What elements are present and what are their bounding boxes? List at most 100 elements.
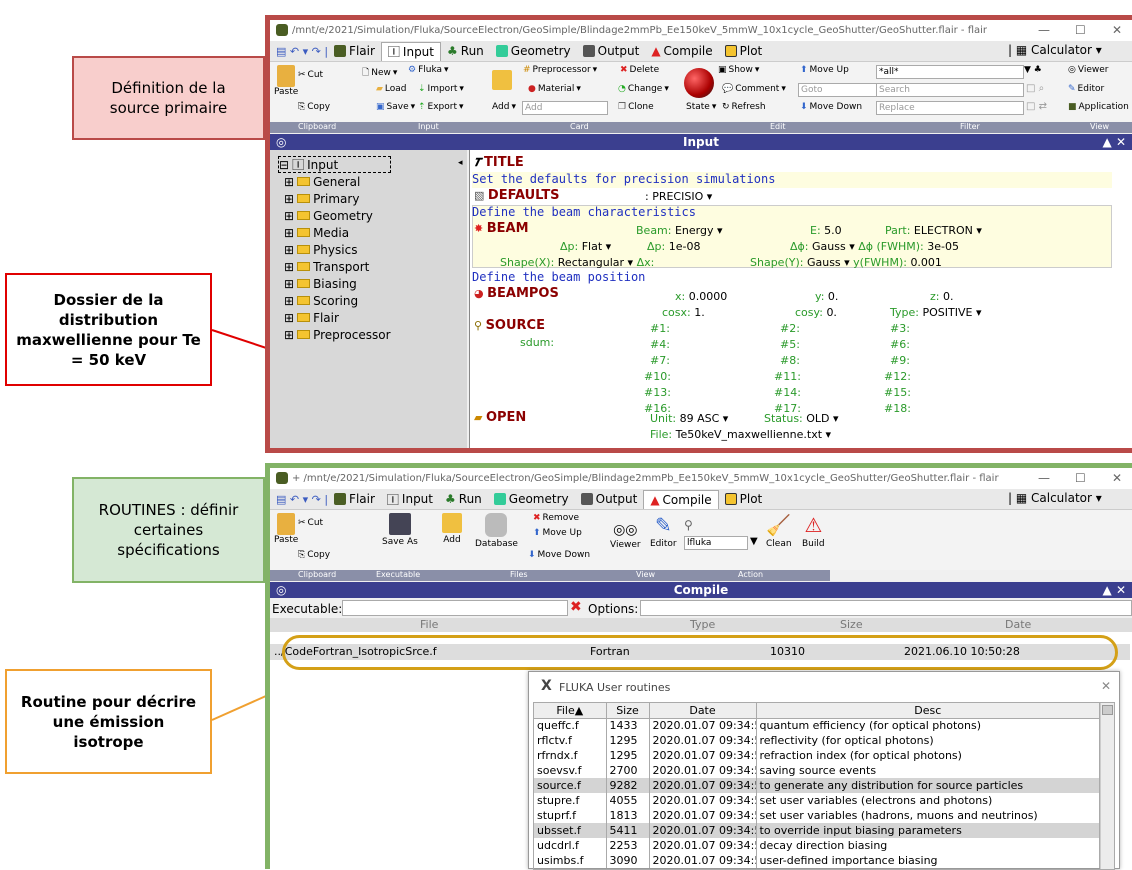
source-field[interactable]: #18: <box>884 402 911 415</box>
tab-plot[interactable]: Plot <box>719 490 769 509</box>
card-source[interactable]: ⚲ SOURCE <box>474 318 545 333</box>
collapse-arrow-icon[interactable]: ◂ <box>458 158 463 168</box>
calculator-button[interactable]: | ▦ Calculator ▾ <box>1008 43 1102 57</box>
panel-controls[interactable]: ▲ ✕ <box>1103 134 1126 150</box>
move-down-button[interactable]: ⬇ Move Down <box>800 102 862 112</box>
viewer-button[interactable]: ◎ Viewer <box>1068 65 1108 75</box>
defaults-value[interactable]: : PRECISIO ▾ <box>645 190 712 203</box>
tab-compile[interactable]: ▲ Compile <box>645 42 718 61</box>
tab-flair[interactable]: Flair <box>328 490 381 509</box>
add-card-icon[interactable] <box>492 70 512 90</box>
state-button[interactable]: State ▾ <box>686 102 716 112</box>
move-up-button[interactable]: ⬆ Move Up <box>533 528 582 538</box>
editor-button[interactable]: ✎ Editor <box>650 513 677 549</box>
panel-menu-icon[interactable]: ◎ <box>276 582 286 598</box>
tab-input[interactable]: 🄸 Input <box>380 41 441 61</box>
routine-row[interactable]: soevsv.f 2700 2020.01.07 09:34:5 saving sou… <box>534 763 1100 778</box>
close-button[interactable]: ✕ <box>1112 23 1122 37</box>
tab-output[interactable]: Output <box>577 42 646 61</box>
source-field[interactable]: #10: <box>644 370 671 383</box>
tab-compile[interactable]: ▲ Compile <box>643 489 719 509</box>
dphi-select[interactable]: Gauss ▾ <box>812 240 855 253</box>
title-text[interactable]: Set the defaults for precision simulatio… <box>472 172 775 186</box>
card-open[interactable]: ▰ OPEN <box>474 410 526 425</box>
import-button[interactable]: ⇣ Import ▾ <box>418 84 464 94</box>
routines-scrollbar[interactable] <box>1100 703 1114 869</box>
minimize-button[interactable]: — <box>1038 471 1050 485</box>
col-size[interactable]: Size <box>606 703 650 719</box>
maximize-button[interactable]: ☐ <box>1075 23 1086 37</box>
filter-select[interactable]: *all* <box>876 65 1024 79</box>
copy-button[interactable]: ⎘ Copy <box>298 550 330 560</box>
routine-row[interactable]: rflctv.f 1295 2020.01.07 09:34:5 reflectivi… <box>534 733 1100 748</box>
replace-icon[interactable]: □ ⇄ <box>1026 101 1047 112</box>
shape-x-select[interactable]: Rectangular ▾ <box>558 256 633 269</box>
beampos-comment[interactable]: Define the beam position <box>472 270 645 284</box>
tree-item-primary[interactable]: ⊞ Primary <box>278 190 391 207</box>
card-beam[interactable]: ✸ BEAM <box>474 221 529 236</box>
source-field[interactable]: #7: <box>650 354 670 367</box>
executable-dropdown-icon[interactable]: ▼ <box>750 536 758 547</box>
scroll-up-arrow[interactable] <box>1102 705 1113 715</box>
column-size[interactable]: Size <box>840 618 863 631</box>
routine-row[interactable]: stupre.f 4055 2020.01.07 09:34:5 set user v… <box>534 793 1100 808</box>
clone-button[interactable]: ❐ Clone <box>618 102 654 112</box>
source-field[interactable]: #15: <box>884 386 911 399</box>
column-date[interactable]: Date <box>1005 618 1031 631</box>
save-as-button[interactable]: Save As <box>382 513 418 547</box>
viewer-button[interactable]: ◎◎ Viewer <box>610 522 641 550</box>
source-field[interactable]: #11: <box>774 370 801 383</box>
x-value[interactable]: 0.0000 <box>689 290 728 303</box>
source-field[interactable]: #14: <box>774 386 801 399</box>
panel-controls[interactable]: ▲ ✕ <box>1103 582 1126 598</box>
panel-menu-icon[interactable]: ◎ <box>276 134 286 150</box>
dp-value[interactable]: 1e-08 <box>669 240 701 253</box>
load-button[interactable]: ▰ Load <box>376 84 407 94</box>
tree-item-biasing[interactable]: ⊞ Biasing <box>278 275 391 292</box>
minimize-button[interactable]: — <box>1038 23 1050 37</box>
paste-button[interactable]: Paste <box>274 513 298 545</box>
group-executable[interactable]: Executable <box>376 570 420 579</box>
tab-geometry[interactable]: Geometry <box>490 42 577 61</box>
add-button[interactable]: Add <box>442 513 462 545</box>
change-button[interactable]: ◔ Change ▾ <box>618 84 669 94</box>
remove-button[interactable]: ✖ Remove <box>533 513 579 523</box>
group-filter[interactable]: Filter <box>960 122 980 131</box>
tree-item-flair[interactable]: ⊞ Flair <box>278 309 391 326</box>
options-input[interactable] <box>640 600 1132 616</box>
tab-flair[interactable]: Flair <box>328 42 381 61</box>
application-button[interactable]: ■ Application <box>1068 102 1129 112</box>
search-input[interactable]: Search <box>876 83 1024 97</box>
save-button[interactable]: ▣ Save ▾ <box>376 102 415 112</box>
source-field[interactable]: #6: <box>890 338 910 351</box>
calculator-button[interactable]: | ▦ Calculator ▾ <box>1008 491 1102 505</box>
fluka-button[interactable]: ⚙ Fluka ▾ <box>408 65 449 75</box>
tree-item-general[interactable]: ⊞ General <box>278 173 391 190</box>
beam-comment[interactable]: Define the beam characteristics <box>472 205 696 219</box>
routine-row[interactable]: stuprf.f 1813 2020.01.07 09:34:5 set user v… <box>534 808 1100 823</box>
dialog-close-button[interactable]: ✕ <box>1101 679 1111 693</box>
comment-button[interactable]: 💬 Comment ▾ <box>722 84 786 94</box>
beam-type-select[interactable]: Energy ▾ <box>675 224 723 237</box>
dphi-fwhm-value[interactable]: 3e-05 <box>927 240 959 253</box>
routine-row[interactable]: queffc.f 1433 2020.01.07 09:34:5 quantum ef… <box>534 718 1100 733</box>
source-field[interactable]: #3: <box>890 322 910 335</box>
tab-run[interactable]: ♣ Run <box>439 490 488 509</box>
col-file[interactable]: File▲ <box>534 703 607 719</box>
tree-item-scoring[interactable]: ⊞ Scoring <box>278 292 391 309</box>
routine-row[interactable]: udcdrl.f 2253 2020.01.07 09:34:5 decay dire… <box>534 838 1100 853</box>
paste-button[interactable]: Paste <box>274 65 298 97</box>
move-up-button[interactable]: ⬆ Move Up <box>800 65 849 75</box>
energy-value[interactable]: 5.0 <box>824 224 842 237</box>
cosy-value[interactable]: 0. <box>826 306 837 319</box>
cut-button[interactable]: ✂ Cut <box>298 518 323 528</box>
source-field[interactable]: #5: <box>780 338 800 351</box>
tab-output[interactable]: Output <box>575 490 644 509</box>
search-icon[interactable]: □ ⌕ <box>1026 83 1044 94</box>
source-field[interactable]: #8: <box>780 354 800 367</box>
executable-select[interactable]: lfluka <box>684 536 748 550</box>
column-file[interactable]: File <box>420 618 438 631</box>
goto-input[interactable]: Goto <box>798 83 878 97</box>
tree-item-media[interactable]: ⊞ Media <box>278 224 391 241</box>
particle-select[interactable]: ELECTRON ▾ <box>914 224 982 237</box>
